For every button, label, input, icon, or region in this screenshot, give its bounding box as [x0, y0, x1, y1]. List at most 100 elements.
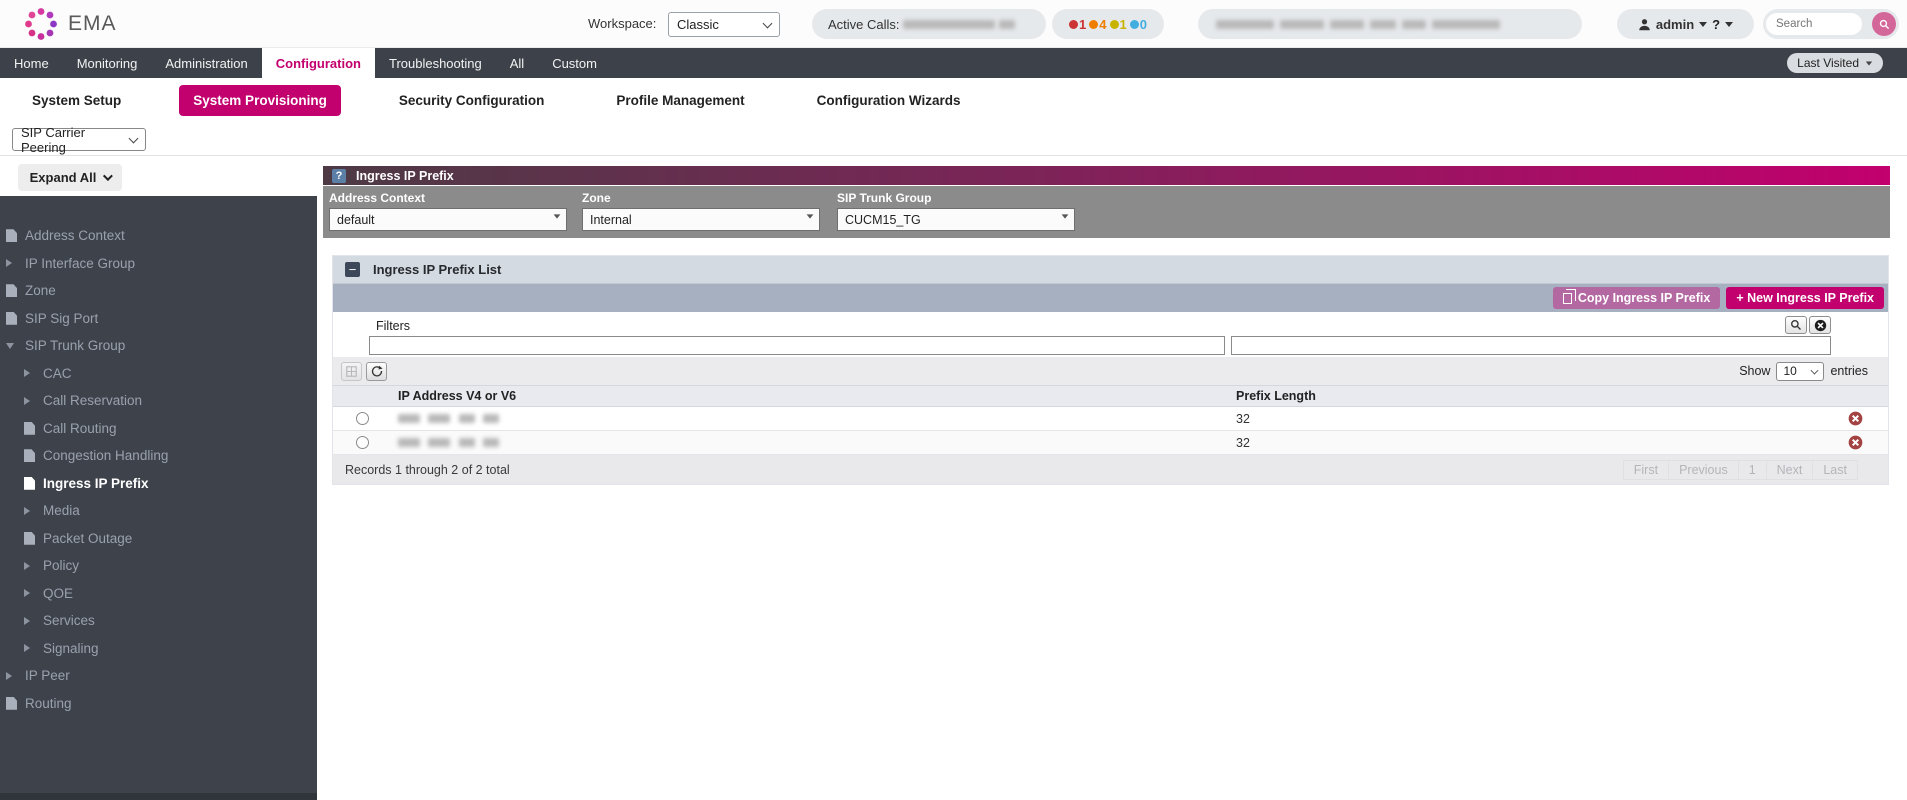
- last-visited-button[interactable]: Last Visited: [1787, 53, 1883, 73]
- prefix-length-filter-input[interactable]: [1231, 336, 1831, 355]
- expand-arrow-icon: [24, 617, 30, 625]
- copy-ingress-ip-prefix-button[interactable]: Copy Ingress IP Prefix: [1553, 287, 1720, 309]
- delete-row-button[interactable]: [1848, 411, 1863, 426]
- help-menu[interactable]: ?: [1712, 17, 1720, 32]
- tree-item[interactable]: Services: [0, 607, 317, 635]
- row-select-radio[interactable]: [356, 412, 369, 425]
- new-button-label: + New Ingress IP Prefix: [1736, 291, 1874, 305]
- chevron-down-icon: [1811, 367, 1819, 375]
- pagination-item[interactable]: First: [1623, 460, 1668, 480]
- nav-item[interactable]: Home: [0, 48, 63, 78]
- tree-item[interactable]: SIP Sig Port: [0, 305, 317, 333]
- help-icon[interactable]: ?: [332, 169, 346, 183]
- category-selected-value: SIP Carrier Peering: [21, 125, 123, 155]
- chevron-down-icon: [1725, 22, 1733, 27]
- expand-arrow-icon: [6, 672, 12, 680]
- page-size-select[interactable]: 10: [1776, 362, 1824, 381]
- pagination-item[interactable]: Previous: [1668, 460, 1738, 480]
- main-navbar: Home Monitoring Administration Configura…: [0, 48, 1907, 78]
- tree-item[interactable]: Ingress IP Prefix: [0, 470, 317, 498]
- chevron-down-icon: [554, 214, 561, 218]
- page-size-value: 10: [1783, 364, 1796, 378]
- nav-item[interactable]: Custom: [538, 48, 611, 78]
- expand-all-button[interactable]: Expand All: [18, 164, 122, 191]
- tree-item-label: Call Routing: [43, 421, 117, 436]
- status-dot-icon: [1130, 20, 1139, 29]
- pagination: First Previous 1 Next Last: [1623, 460, 1858, 480]
- tree-item-label: Routing: [25, 696, 72, 711]
- nav-item[interactable]: All: [496, 48, 538, 78]
- pagination-item[interactable]: Last: [1812, 460, 1858, 480]
- subnav-tab[interactable]: Profile Management: [602, 85, 758, 116]
- records-summary: Records 1 through 2 of 2 total: [345, 463, 510, 477]
- tree-item-icon-slot: [24, 397, 39, 405]
- subnav-tab-label: Configuration Wizards: [817, 93, 961, 108]
- subnav-tab[interactable]: Security Configuration: [385, 85, 559, 116]
- file-icon: [24, 532, 35, 545]
- tree-item-label: Media: [43, 503, 80, 518]
- category-select[interactable]: SIP Carrier Peering: [12, 128, 146, 151]
- tree-item[interactable]: QOE: [0, 580, 317, 608]
- row-select-radio[interactable]: [356, 436, 369, 449]
- active-calls-value-redacted: [903, 20, 995, 29]
- tree-item[interactable]: Zone: [0, 277, 317, 305]
- column-settings-button[interactable]: [341, 362, 362, 381]
- tree-item[interactable]: Routing: [0, 690, 317, 718]
- selector-dropdown[interactable]: Internal: [582, 208, 820, 231]
- tree-item[interactable]: Congestion Handling: [0, 442, 317, 470]
- selector-dropdown[interactable]: CUCM15_TG: [837, 208, 1075, 231]
- collapse-icon[interactable]: −: [345, 262, 360, 277]
- tree-item[interactable]: CAC: [0, 360, 317, 388]
- tree-controls-row: Expand All: [0, 156, 317, 196]
- nav-item[interactable]: Monitoring: [63, 48, 152, 78]
- nav-item[interactable]: Administration: [151, 48, 261, 78]
- subnav-tab-label: Security Configuration: [399, 93, 545, 108]
- page-size-control: Show 10 entries: [1739, 362, 1868, 381]
- nav-item[interactable]: Troubleshooting: [375, 48, 496, 78]
- tree-item-label: Packet Outage: [43, 531, 132, 546]
- tree-item-icon-slot: [24, 644, 39, 652]
- tree-item[interactable]: Packet Outage: [0, 525, 317, 553]
- context-selector-band: Address Context default Zone Internal: [323, 186, 1890, 238]
- pagination-item[interactable]: 1: [1738, 460, 1766, 480]
- subnav-tab-label: System Setup: [32, 93, 121, 108]
- chevron-down-icon: [807, 214, 814, 218]
- subnav-tab[interactable]: System Setup: [18, 85, 135, 116]
- tree-item-icon-slot: [24, 477, 39, 490]
- tree-item[interactable]: IP Peer: [0, 662, 317, 690]
- search-button[interactable]: [1872, 12, 1896, 36]
- tree-item[interactable]: SIP Trunk Group: [0, 332, 317, 360]
- search-input[interactable]: [1766, 13, 1862, 35]
- nav-item[interactable]: Configuration: [262, 48, 375, 78]
- new-ingress-ip-prefix-button[interactable]: + New Ingress IP Prefix: [1726, 287, 1884, 309]
- refresh-button[interactable]: [366, 362, 387, 381]
- expand-arrow-icon: [24, 589, 30, 597]
- tree-item-label: Call Reservation: [43, 393, 142, 408]
- alarm-status-item: 0: [1130, 17, 1147, 32]
- tree-item[interactable]: Signaling: [0, 635, 317, 663]
- tree-item[interactable]: Policy: [0, 552, 317, 580]
- tree-item[interactable]: Address Context: [0, 222, 317, 250]
- selector-dropdown[interactable]: default: [329, 208, 567, 231]
- filter-search-button[interactable]: [1785, 316, 1807, 334]
- file-icon: [24, 422, 35, 435]
- user-menu[interactable]: admin ?: [1617, 9, 1754, 39]
- prefix-length-cell: 32: [1229, 436, 1823, 450]
- pagination-item[interactable]: Next: [1766, 460, 1813, 480]
- tree-item-icon-slot: [6, 312, 21, 325]
- delete-row-button[interactable]: [1848, 435, 1863, 450]
- filter-clear-button[interactable]: [1809, 316, 1831, 334]
- workspace-select[interactable]: Classic: [668, 12, 780, 37]
- subnav-tab[interactable]: System Provisioning: [179, 85, 341, 116]
- tree-item-icon-slot: [24, 617, 39, 625]
- tree-item-icon-slot: [24, 507, 39, 515]
- nav-item-label: Home: [14, 56, 49, 71]
- ip-address-filter-input[interactable]: [369, 336, 1225, 355]
- tree-item[interactable]: IP Interface Group: [0, 250, 317, 278]
- tree-item[interactable]: Media: [0, 497, 317, 525]
- ip-address-column-header: IP Address V4 or V6: [391, 389, 1229, 403]
- expand-arrow-icon: [24, 507, 30, 515]
- tree-item[interactable]: Call Routing: [0, 415, 317, 443]
- subnav-tab[interactable]: Configuration Wizards: [803, 85, 975, 116]
- tree-item[interactable]: Call Reservation: [0, 387, 317, 415]
